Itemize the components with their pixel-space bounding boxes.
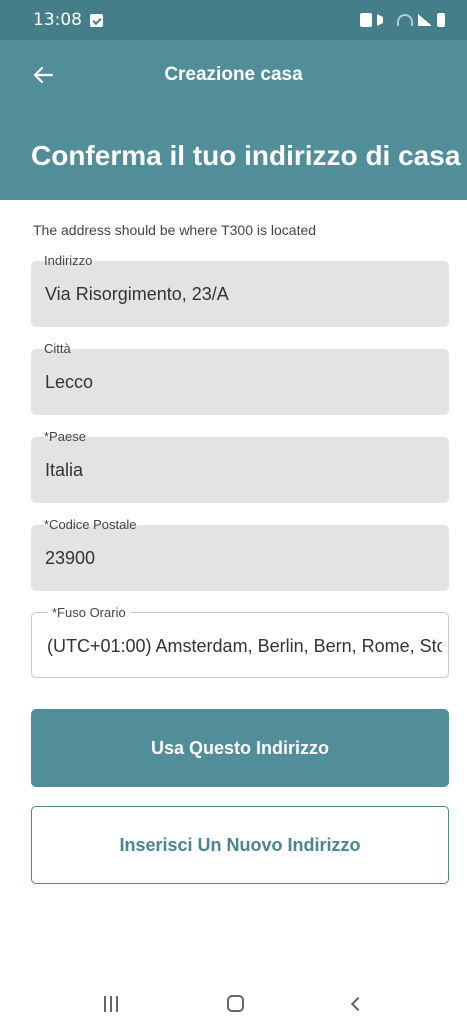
home-icon[interactable] <box>226 995 244 1012</box>
app-bar: Creazione casa Conferma il tuo indirizzo… <box>0 40 467 200</box>
battery-icon <box>437 13 445 27</box>
notification-check-icon <box>90 13 103 27</box>
sim-icon <box>360 13 372 27</box>
address-hint: The address should be where T300 is loca… <box>33 222 317 238</box>
back-icon[interactable] <box>350 996 365 1011</box>
country-field-value: Italia <box>45 460 84 480</box>
timezone-field-value: (UTC+01:00) Amsterdam, Berlin, Bern, Rom… <box>47 636 442 656</box>
enter-new-address-button[interactable]: Inserisci Un Nuovo Indirizzo <box>31 806 449 884</box>
city-field-label: Città <box>44 341 73 356</box>
country-field-label: *Paese <box>44 429 88 444</box>
postal-code-field-label: *Codice Postale <box>44 517 139 532</box>
status-icons <box>360 13 445 27</box>
city-field[interactable]: Città Lecco <box>31 342 449 415</box>
city-field-value: Lecco <box>45 372 94 392</box>
postal-code-field-value: 23900 <box>45 548 96 568</box>
system-nav-bar <box>0 980 467 1027</box>
address-field[interactable]: Indirizzo Via Risorgimento, 23/A <box>31 254 449 327</box>
address-field-label: Indirizzo <box>44 253 95 268</box>
wifi-icon <box>397 14 413 26</box>
postal-code-field[interactable]: *Codice Postale 23900 <box>31 518 449 591</box>
status-time-group: 13:08 <box>33 10 103 30</box>
signal-icon <box>418 14 432 26</box>
address-field-value: Via Risorgimento, 23/A <box>45 284 229 304</box>
app-bar-title: Creazione casa <box>164 64 303 85</box>
recents-icon[interactable] <box>104 995 119 1012</box>
country-field[interactable]: *Paese Italia <box>31 430 449 503</box>
status-time: 13:08 <box>33 10 82 30</box>
page-title: Conferma il tuo indirizzo di casa <box>31 140 461 171</box>
timezone-field[interactable]: *Fuso Orario (UTC+01:00) Amsterdam, Berl… <box>31 606 449 678</box>
timezone-field-label: *Fuso Orario <box>48 606 130 620</box>
mute-icon <box>377 14 392 26</box>
use-this-address-button[interactable]: Usa Questo Indirizzo <box>31 709 449 787</box>
status-bar: 13:08 <box>0 0 467 40</box>
